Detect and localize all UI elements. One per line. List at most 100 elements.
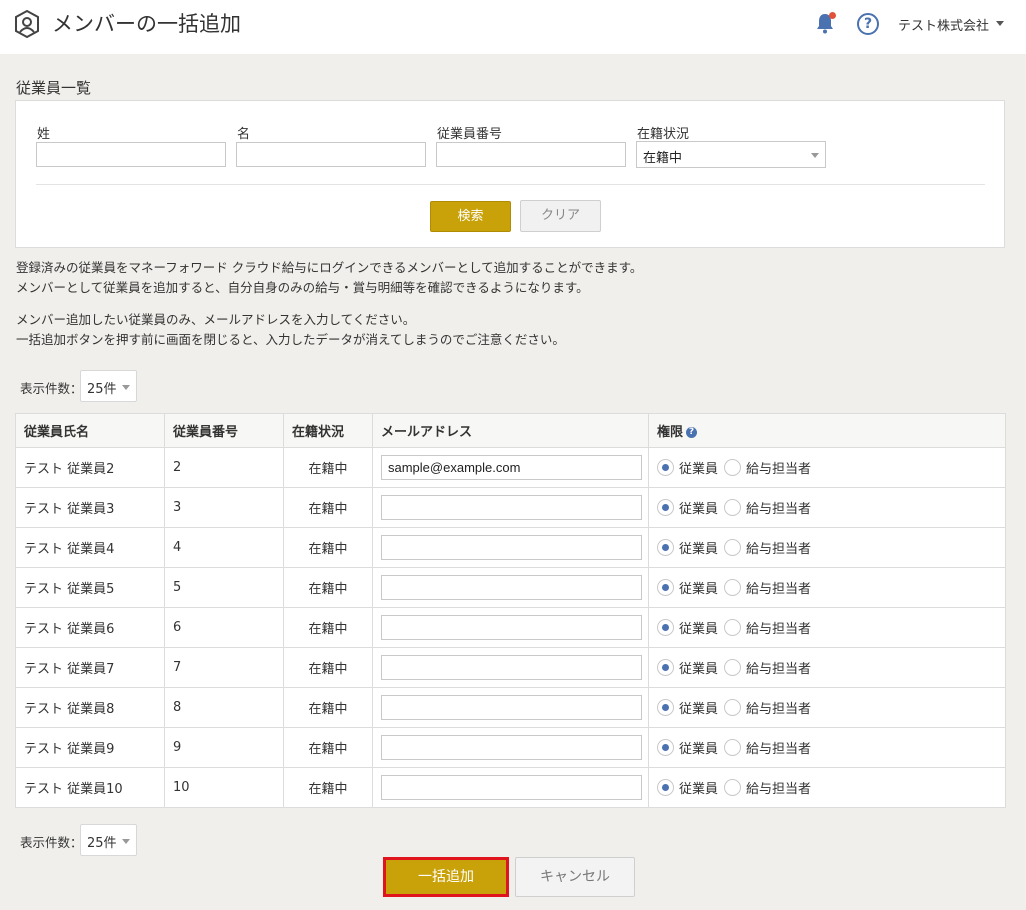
role-radio-employee[interactable] <box>657 499 674 516</box>
email-input[interactable] <box>381 495 642 520</box>
employee-status-cell: 在籍中 <box>283 727 373 768</box>
role-radio-employee[interactable] <box>657 619 674 636</box>
role-radio-group: 従業員 給与担当者 <box>657 538 997 557</box>
table-row: テスト 従業員6 6 在籍中 従業員 給与担当者 <box>15 607 1006 648</box>
last-name-input[interactable] <box>36 142 226 167</box>
role-option-label: 従業員 <box>679 542 719 557</box>
employee-number-label: 従業員番号 <box>437 127 503 142</box>
role-radio-group: 従業員 給与担当者 <box>657 738 997 757</box>
role-option-label: 給与担当者 <box>746 702 812 717</box>
bulk-add-button[interactable]: 一括追加 <box>383 857 509 897</box>
role-radio-payroll[interactable] <box>724 459 742 476</box>
role-radio-group: 従業員 給与担当者 <box>657 458 997 477</box>
role-radio-employee[interactable] <box>657 739 674 756</box>
first-name-input[interactable] <box>236 142 426 167</box>
employee-name-cell: テスト 従業員5 <box>15 567 165 608</box>
role-radio-payroll[interactable] <box>724 659 742 676</box>
employee-number-cell: 2 <box>164 447 284 488</box>
help-icon[interactable]: ? <box>857 13 879 35</box>
role-option-label: 給与担当者 <box>746 662 812 677</box>
per-page-select[interactable]: 25件 <box>80 370 137 402</box>
employee-name-cell: テスト 従業員2 <box>15 447 165 488</box>
column-header-status: 在籍状況 <box>283 413 373 448</box>
role-cell: 従業員 給与担当者 <box>648 767 1006 808</box>
table-header-row: 従業員氏名 従業員番号 在籍状況 メールアドレス 権限? <box>15 413 1006 448</box>
role-radio-payroll[interactable] <box>724 739 742 756</box>
role-radio-group: 従業員 給与担当者 <box>657 658 997 677</box>
role-option-label: 給与担当者 <box>746 582 812 597</box>
email-input[interactable] <box>381 695 642 720</box>
email-cell <box>372 527 649 568</box>
role-radio-group: 従業員 給与担当者 <box>657 578 997 597</box>
email-cell <box>372 647 649 688</box>
role-radio-employee[interactable] <box>657 779 674 796</box>
table-row: テスト 従業員22在籍中 従業員 給与担当者 <box>15 447 1006 488</box>
role-option-label: 給与担当者 <box>746 742 812 757</box>
employee-name-cell: テスト 従業員3 <box>15 487 165 528</box>
email-input[interactable] <box>381 655 642 680</box>
role-radio-payroll[interactable] <box>724 499 742 516</box>
email-input[interactable] <box>381 615 642 640</box>
table-row: テスト 従業員3 3 在籍中 従業員 給与担当者 <box>15 487 1006 528</box>
page-header: メンバーの一括追加 ? テスト株式会社 <box>0 0 1026 54</box>
email-input[interactable] <box>381 735 642 760</box>
per-page-value: 25件 <box>87 836 117 851</box>
role-radio-payroll[interactable] <box>724 619 742 636</box>
role-radio-employee[interactable] <box>657 659 674 676</box>
employee-status-cell: 在籍中 <box>283 647 373 688</box>
role-radio-employee[interactable] <box>657 459 674 476</box>
email-input[interactable] <box>381 535 642 560</box>
email-cell <box>372 607 649 648</box>
email-cell <box>372 767 649 808</box>
table-row: テスト 従業員9 9 在籍中 従業員 給与担当者 <box>15 727 1006 768</box>
status-select[interactable]: 在籍中 <box>636 141 826 168</box>
role-option-label: 従業員 <box>679 582 719 597</box>
employee-name-cell: テスト 従業員8 <box>15 687 165 728</box>
role-radio-group: 従業員 給与担当者 <box>657 498 997 517</box>
email-cell <box>372 687 649 728</box>
role-radio-employee[interactable] <box>657 699 674 716</box>
notification-badge <box>829 12 836 19</box>
role-radio-employee[interactable] <box>657 579 674 596</box>
chevron-down-icon <box>122 839 130 844</box>
question-icon[interactable]: ? <box>686 427 698 438</box>
email-input[interactable] <box>381 455 642 480</box>
role-cell: 従業員 給与担当者 <box>648 487 1006 528</box>
role-radio-payroll[interactable] <box>724 779 742 796</box>
column-header-name: 従業員氏名 <box>15 413 165 448</box>
employee-number-cell: 7 <box>164 647 284 688</box>
role-radio-payroll[interactable] <box>724 539 742 556</box>
column-header-email: メールアドレス <box>372 413 649 448</box>
employee-number-cell: 8 <box>164 687 284 728</box>
employee-number-input[interactable] <box>436 142 626 167</box>
role-cell: 従業員 給与担当者 <box>648 527 1006 568</box>
role-radio-employee[interactable] <box>657 539 674 556</box>
first-name-label: 名 <box>237 127 251 142</box>
role-cell: 従業員 給与担当者 <box>648 567 1006 608</box>
company-menu[interactable]: テスト株式会社 <box>898 15 989 34</box>
cancel-button[interactable]: キャンセル <box>515 857 635 897</box>
clear-button[interactable]: クリア <box>520 200 601 232</box>
divider <box>36 184 985 185</box>
employee-number-cell: 5 <box>164 567 284 608</box>
chevron-down-icon[interactable] <box>996 21 1004 26</box>
employee-name-cell: テスト 従業員6 <box>15 607 165 648</box>
per-page-value: 25件 <box>87 382 117 397</box>
role-option-label: 従業員 <box>679 782 719 797</box>
email-input[interactable] <box>381 575 642 600</box>
email-input[interactable] <box>381 775 642 800</box>
employee-number-cell: 10 <box>164 767 284 808</box>
employee-status-cell: 在籍中 <box>283 447 373 488</box>
role-radio-payroll[interactable] <box>724 699 742 716</box>
table-row: テスト 従業員10 10 在籍中 従業員 給与担当者 <box>15 767 1006 808</box>
role-option-label: 従業員 <box>679 742 719 757</box>
role-option-label: 給与担当者 <box>746 502 812 517</box>
role-radio-payroll[interactable] <box>724 579 742 596</box>
role-radio-group: 従業員 給与担当者 <box>657 698 997 717</box>
employee-number-cell: 4 <box>164 527 284 568</box>
per-page-select[interactable]: 25件 <box>80 824 137 856</box>
role-cell: 従業員 給与担当者 <box>648 727 1006 768</box>
search-button[interactable]: 検索 <box>430 201 511 232</box>
members-table: 従業員氏名 従業員番号 在籍状況 メールアドレス 権限? テスト 従業員2 2 在籍… <box>15 413 1006 808</box>
status-label: 在籍状況 <box>637 127 690 142</box>
